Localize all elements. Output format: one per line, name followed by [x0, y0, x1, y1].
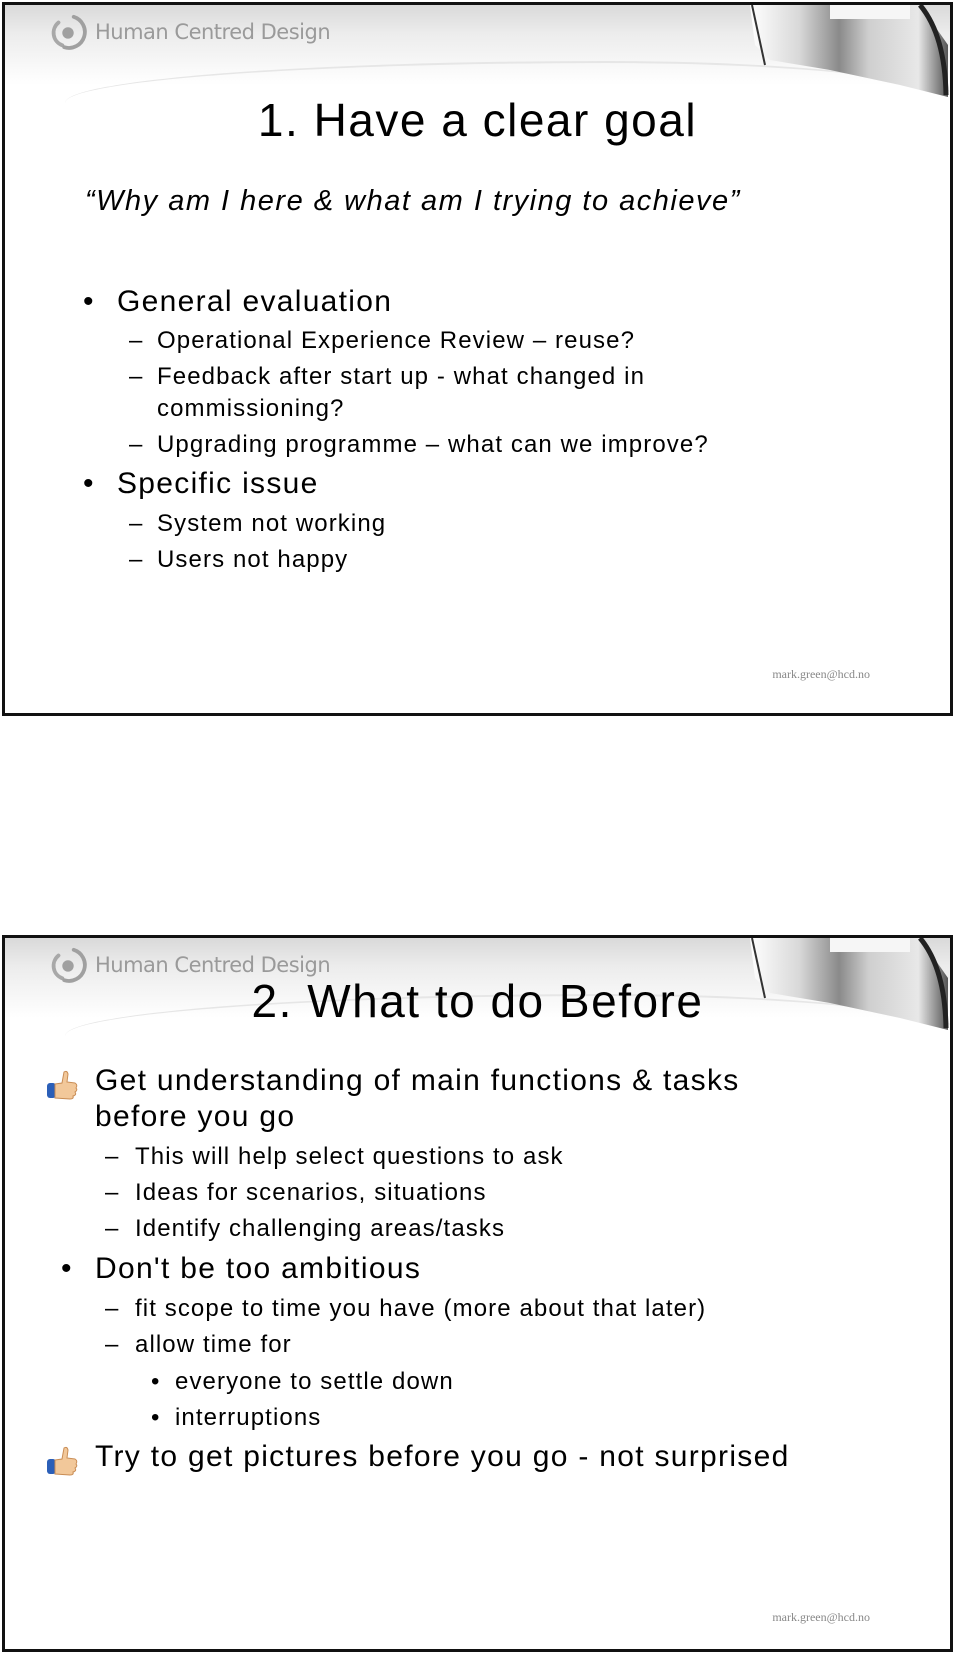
- list-item-text: commissioning?: [157, 395, 345, 422]
- bullet-dash-icon: –: [105, 1295, 120, 1322]
- thumbs-up-icon: [45, 1068, 79, 1102]
- list-item-text: This will help select questions to ask: [135, 1143, 564, 1170]
- bullet-dash-icon: –: [105, 1143, 120, 1170]
- list-item-text: Identify challenging areas/tasks: [135, 1215, 506, 1242]
- bullet-dot-icon: •: [151, 1368, 161, 1395]
- slide-1: Human Centred Design 1. Have a clear goa…: [2, 2, 953, 716]
- list-item-text: everyone to settle down: [175, 1368, 454, 1395]
- footer-email: mark.green@hcd.no: [772, 1610, 870, 1624]
- list-item-text: Feedback after start up - what changed i…: [157, 363, 646, 390]
- bullet-dot-icon: •: [61, 1252, 73, 1285]
- list-item-text: Specific issue: [117, 467, 319, 500]
- bullet-dot-icon: •: [83, 285, 95, 318]
- list-item-text: interruptions: [175, 1404, 322, 1431]
- bullet-dash-icon: –: [129, 327, 144, 354]
- list-item-text: Try to get pictures before you go - not …: [95, 1440, 790, 1473]
- list-item-text: Get understanding of main functions & ta…: [95, 1064, 740, 1097]
- bullet-dash-icon: –: [105, 1331, 120, 1358]
- metal-tool-image: [750, 5, 949, 97]
- footer-email: mark.green@hcd.no: [772, 667, 870, 681]
- bullet-dash-icon: –: [129, 510, 144, 537]
- list-item-text: General evaluation: [117, 285, 393, 318]
- bullet-dot-icon: •: [151, 1404, 161, 1431]
- list-item-text: fit scope to time you have (more about t…: [135, 1295, 707, 1322]
- bullet-dash-icon: –: [129, 546, 144, 573]
- list-item-text: before you go: [95, 1100, 296, 1133]
- bullet-dot-icon: •: [83, 467, 95, 500]
- list-item-text: Ideas for scenarios, situations: [135, 1179, 487, 1206]
- bullet-dash-icon: –: [129, 431, 144, 458]
- hcd-logo: Human Centred Design: [49, 13, 331, 51]
- list-item-text: allow time for: [135, 1331, 292, 1358]
- list-item-text: Don't be too ambitious: [95, 1252, 422, 1285]
- hcd-logo-icon: [51, 14, 87, 50]
- bullet-dash-icon: –: [129, 363, 144, 390]
- list-item-text: Upgrading programme – what can we improv…: [157, 431, 709, 458]
- thumbs-up-icon: [45, 1444, 79, 1478]
- slide-2: Human Centred Design 2. What to do Befor…: [2, 935, 953, 1652]
- slide-title: 2. What to do Before: [251, 975, 704, 1027]
- list-item-text: Operational Experience Review – reuse?: [157, 327, 636, 354]
- logo-text: Human Centred Design: [95, 20, 331, 44]
- list-item-text: Users not happy: [157, 546, 349, 573]
- bullet-dash-icon: –: [105, 1179, 120, 1206]
- slide-title: 1. Have a clear goal: [257, 94, 698, 146]
- list-item-text: System not working: [157, 510, 387, 537]
- slide-subtitle: “Why am I here & what am I trying to ach…: [85, 185, 741, 217]
- bullet-dash-icon: –: [105, 1215, 120, 1242]
